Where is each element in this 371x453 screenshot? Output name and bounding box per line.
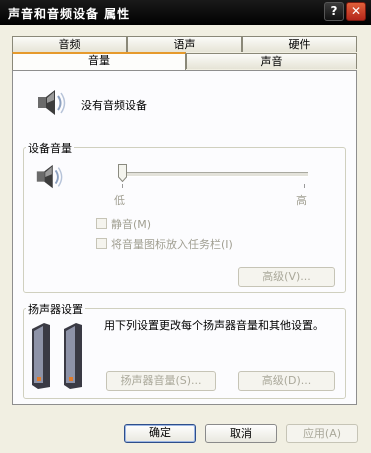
tab-volume[interactable]: 音量 (12, 52, 186, 70)
volume-advanced-button[interactable]: 高级(V)... (238, 267, 335, 287)
sound-properties-window: 声音和音频设备 属性 ? ✕ 音频 语声 硬件 音量 声音 没有音频设备 设备音… (0, 0, 371, 453)
speakers-icon (30, 319, 90, 394)
speaker-icon (34, 162, 64, 195)
tray-icon-checkbox[interactable] (96, 238, 107, 249)
speaker-icon (35, 87, 67, 122)
volume-slider-thumb[interactable] (118, 164, 127, 183)
mute-checkbox[interactable] (96, 218, 107, 229)
volume-high-label: 高 (296, 194, 307, 207)
tab-voice[interactable]: 语声 (127, 36, 242, 52)
device-volume-title: 设备音量 (26, 140, 74, 156)
speaker-settings-group: 扬声器设置 用下列设置更改每个扬声器音量和其他设置。 扬声器音量(S)... 高… (23, 301, 346, 399)
ok-button[interactable]: 确定 (124, 424, 196, 443)
tab-hardware[interactable]: 硬件 (242, 36, 357, 52)
device-volume-group: 设备音量 低 高 静音(M) 将音量图标放入任务栏(I) 高级(V)... (23, 140, 346, 293)
tab-sounds[interactable]: 声音 (186, 53, 357, 69)
mute-label: 静音(M) (111, 218, 152, 231)
volume-tab-page: 没有音频设备 设备音量 低 高 静音(M) 将音量图标放入任务栏(I) 高级(V… (12, 70, 357, 405)
volume-slider-track (118, 172, 308, 177)
speaker-volume-button[interactable]: 扬声器音量(S)... (106, 371, 216, 391)
speaker-settings-title: 扬声器设置 (26, 301, 85, 317)
cancel-button[interactable]: 取消 (205, 424, 277, 443)
help-button[interactable]: ? (324, 2, 344, 21)
speaker-settings-description: 用下列设置更改每个扬声器音量和其他设置。 (104, 319, 324, 332)
slider-tick (122, 184, 123, 188)
speaker-advanced-button[interactable]: 高级(D)... (238, 371, 335, 391)
close-button[interactable]: ✕ (346, 2, 366, 21)
tab-audio[interactable]: 音频 (12, 36, 127, 52)
device-status-text: 没有音频设备 (81, 99, 147, 112)
tray-icon-label: 将音量图标放入任务栏(I) (111, 238, 233, 251)
window-title: 声音和音频设备 属性 (8, 7, 131, 21)
title-bar[interactable]: 声音和音频设备 属性 ? ✕ (0, 0, 371, 25)
slider-tick (304, 184, 305, 188)
apply-button[interactable]: 应用(A) (286, 424, 358, 443)
volume-low-label: 低 (114, 194, 125, 207)
